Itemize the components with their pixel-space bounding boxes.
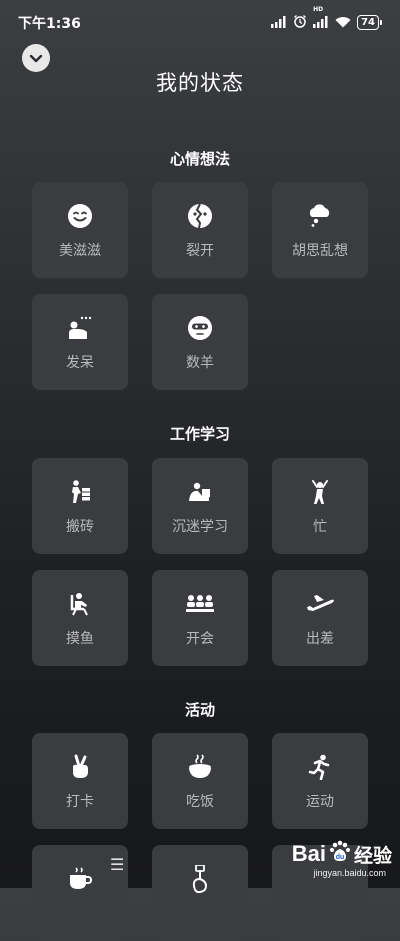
status-tile-fadai[interactable]: 发呆 — [32, 294, 128, 390]
signal-bars-icon: HD — [313, 6, 329, 32]
status-tile-banzhuan[interactable]: 搬砖 — [32, 458, 128, 554]
running-icon — [272, 753, 368, 781]
status-tile-label: 沉迷学习 — [172, 519, 228, 535]
status-tile-label: 开会 — [186, 631, 214, 647]
status-tile-label: 打卡 — [66, 794, 94, 810]
status-tile-label: 吃饭 — [186, 794, 214, 810]
section-title-work: 工作学习 — [169, 425, 230, 443]
status-tile-label: 美滋滋 — [59, 243, 101, 259]
status-tile-chifan[interactable]: 吃饭 — [152, 733, 248, 829]
status-tile-label: 摸鱼 — [66, 631, 94, 647]
peace-hand-icon — [32, 753, 128, 781]
wifi-icon — [335, 13, 351, 32]
status-tile-label: 胡思乱想 — [292, 243, 348, 259]
brick-carrier-icon — [32, 478, 128, 506]
battery-level: 74 — [357, 15, 379, 30]
airplane-icon — [272, 590, 368, 618]
status-tile-kaihui[interactable]: 开会 — [152, 570, 248, 666]
section-title-mood: 心情想法 — [169, 150, 230, 168]
alarm-icon — [293, 13, 307, 32]
busy-person-icon — [272, 478, 368, 506]
cracked-face-icon — [152, 202, 248, 230]
menu-icon[interactable]: ☰ — [110, 855, 124, 874]
network-badge: HD — [313, 6, 324, 13]
svg-text:du: du — [336, 854, 345, 861]
status-time: 下午1:36 — [18, 16, 81, 32]
signal-icon — [271, 13, 287, 32]
watermark-brand: Bai du 经验 — [292, 840, 392, 868]
status-tile-label: 数羊 — [186, 355, 214, 371]
status-tile-meizizi[interactable]: 美滋滋 — [32, 182, 128, 278]
status-tile-label: 出差 — [306, 631, 334, 647]
status-tile-yundong[interactable]: 运动 — [272, 733, 368, 829]
watermark-brand-right: 经验 — [353, 845, 392, 867]
status-tile-daka[interactable]: 打卡 — [32, 733, 128, 829]
status-tile-chuchai[interactable]: 出差 — [272, 570, 368, 666]
paw-logo-icon: du — [329, 840, 351, 868]
status-tile-liekai[interactable]: 裂开 — [152, 182, 248, 278]
status-tile-label: 裂开 — [186, 243, 214, 259]
status-tile-label: 发呆 — [66, 355, 94, 371]
chevron-down-icon — [29, 54, 43, 63]
food-bowl-icon — [152, 753, 248, 781]
status-tile-guitar[interactable] — [152, 845, 248, 941]
status-icons: HD 74 — [271, 6, 382, 32]
status-tile-moyu[interactable]: 摸鱼 — [32, 570, 128, 666]
status-bar: 下午1:36 HD 74 — [0, 0, 400, 44]
slacking-chair-icon — [32, 590, 128, 618]
status-tile-label: 忙 — [313, 519, 327, 535]
section-title-activity: 活动 — [184, 701, 215, 719]
daze-icon — [32, 314, 128, 342]
baidu-jingyan-watermark: Bai du 经验 jingyan.baidu.com — [262, 840, 392, 886]
studying-icon — [152, 478, 248, 506]
smile-face-icon — [32, 202, 128, 230]
status-tile-mang[interactable]: 忙 — [272, 458, 368, 554]
meeting-icon — [152, 590, 248, 618]
watermark-url: jingyan.baidu.com — [313, 868, 386, 878]
status-tile-label: 搬砖 — [66, 519, 94, 535]
status-tile-husiluanxiang[interactable]: 胡思乱想 — [272, 182, 368, 278]
status-tile-chenmixuexi[interactable]: 沉迷学习 — [152, 458, 248, 554]
battery-icon: 74 — [357, 15, 382, 30]
page-title: 我的状态 — [156, 71, 244, 95]
thought-cloud-icon — [272, 202, 368, 230]
watermark-brand-left: Bai — [291, 841, 326, 866]
guitar-icon — [152, 865, 248, 893]
sleep-mask-icon — [152, 314, 248, 342]
status-tile-label: 运动 — [306, 794, 334, 810]
status-tile-shuyang[interactable]: 数羊 — [152, 294, 248, 390]
